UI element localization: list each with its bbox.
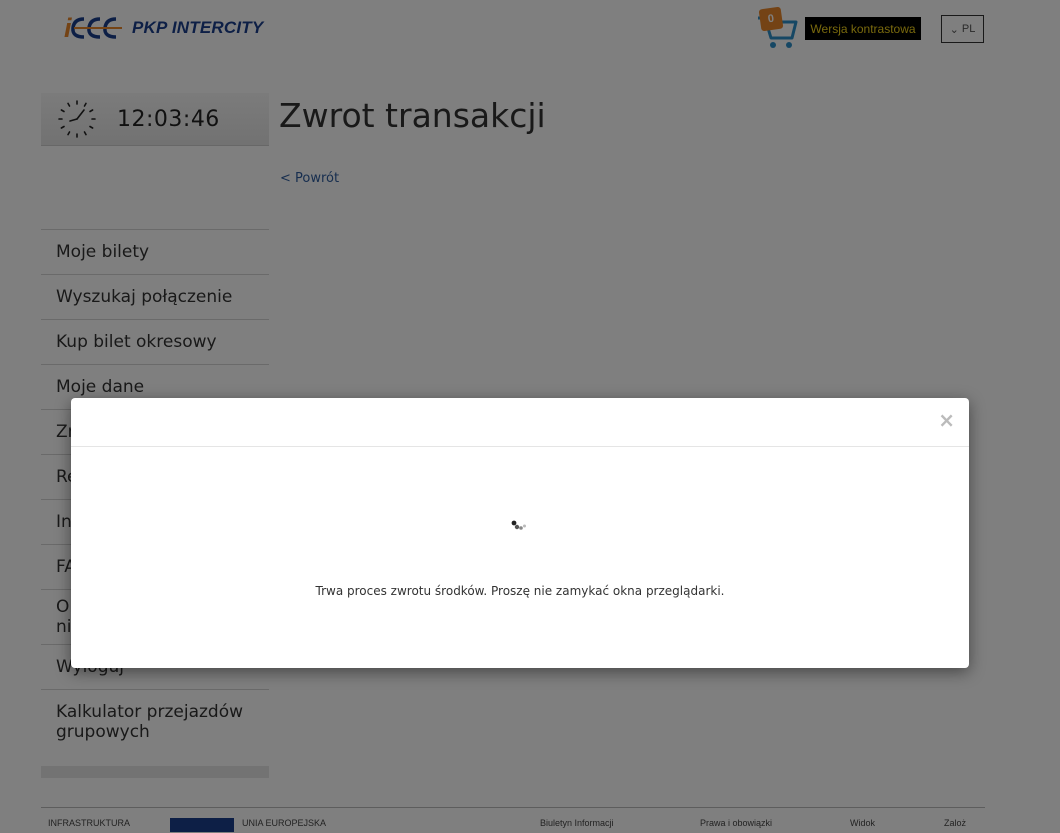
- close-icon[interactable]: ×: [938, 410, 955, 430]
- modal-message: Trwa proces zwrotu środków. Proszę nie z…: [315, 584, 725, 598]
- refund-progress-modal: × Trwa proces zwrotu środków. Proszę nie…: [71, 398, 969, 668]
- modal-header: ×: [71, 398, 969, 447]
- loading-spinner-icon: [511, 520, 526, 530]
